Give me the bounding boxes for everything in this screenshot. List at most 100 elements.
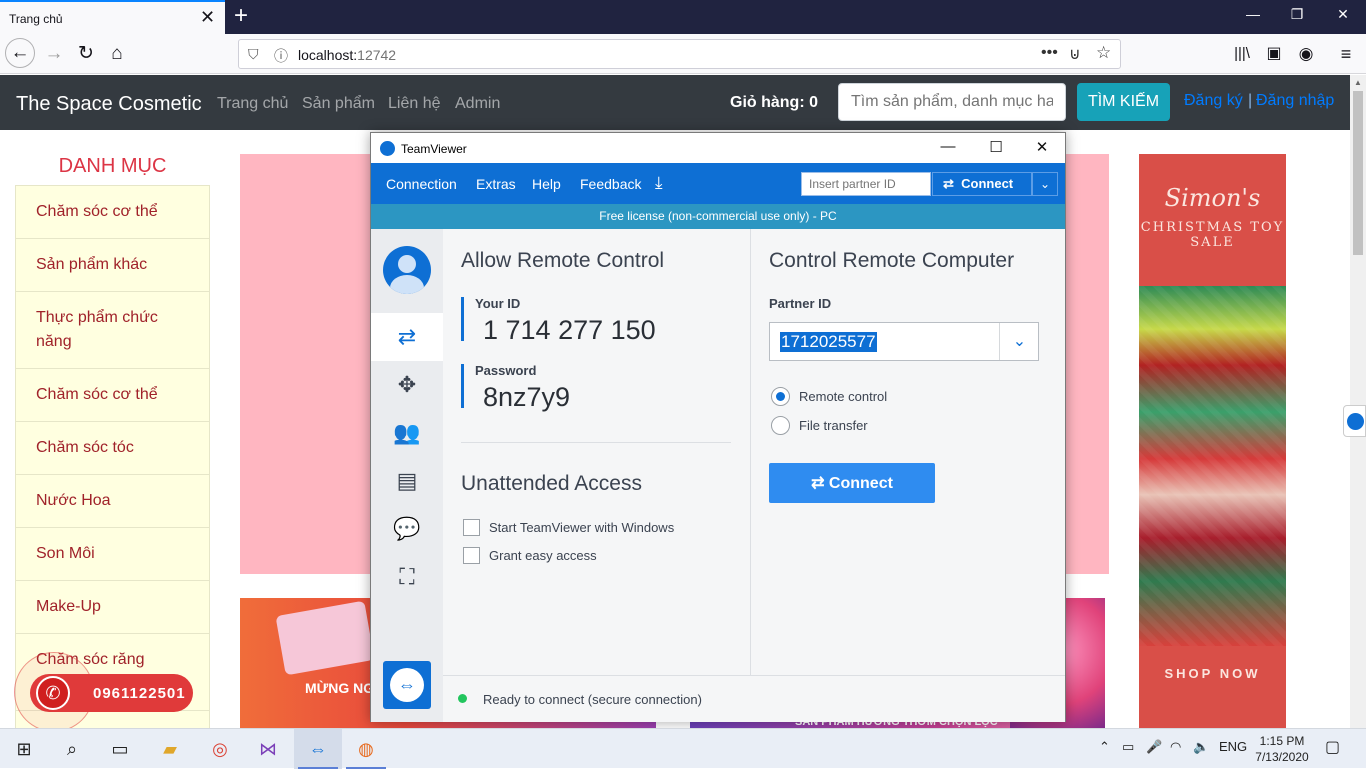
quick-connect-button[interactable]: ⇄ Connect (932, 172, 1032, 196)
wifi-icon[interactable]: ◠ (1170, 739, 1181, 755)
scroll-thumb[interactable] (1353, 91, 1363, 255)
password-value[interactable]: 8nz7y9 (483, 382, 570, 413)
start-with-windows-label[interactable]: Start TeamViewer with Windows (489, 520, 674, 535)
account-icon[interactable]: ◉ (1292, 40, 1320, 68)
chrome-icon[interactable]: ◎ (196, 729, 244, 769)
license-banner: Free license (non-commercial use only) -… (371, 204, 1065, 229)
start-with-windows-checkbox[interactable] (463, 519, 480, 536)
category-item[interactable]: Chăm sóc cơ thể (15, 369, 210, 422)
close-window-icon[interactable]: ✕ (1328, 6, 1358, 23)
clock[interactable]: 1:15 PM 7/13/2020 (1252, 733, 1312, 765)
search-input[interactable] (838, 83, 1066, 121)
microphone-icon[interactable]: 🎤 (1146, 739, 1162, 755)
menu-feedback[interactable]: Feedback (580, 176, 641, 192)
teamviewer-side-tab-icon[interactable] (1343, 405, 1366, 437)
grant-easy-access-label[interactable]: Grant easy access (489, 548, 597, 563)
quick-partner-id-input[interactable] (801, 172, 931, 196)
your-id-value[interactable]: 1 714 277 150 (483, 315, 656, 346)
partner-id-input[interactable]: 1712025577 ⌄ (769, 322, 1039, 361)
teamviewer-brand-icon[interactable]: ⇔ (383, 661, 431, 709)
nav-contact[interactable]: Liên hệ (388, 95, 441, 113)
menu-help[interactable]: Help (532, 176, 561, 192)
url-text: localhost:12742 (298, 47, 397, 63)
allow-heading: Allow Remote Control (461, 249, 665, 272)
site-brand[interactable]: The Space Cosmetic (16, 93, 202, 116)
search-icon[interactable]: ⌕ (48, 729, 96, 769)
page-scrollbar[interactable]: ▲ (1350, 75, 1366, 728)
category-item[interactable]: Chăm sóc cơ thể (15, 185, 210, 239)
shield-icon[interactable]: ⛉ (248, 46, 259, 63)
volume-icon[interactable]: 🔈 (1193, 739, 1209, 755)
category-item[interactable]: Thực phẩm chức năng (15, 292, 210, 369)
battery-icon[interactable]: ▭ (1122, 739, 1134, 755)
url-bar[interactable]: ⛉ ⓘ localhost:12742 ••• ⊍ ☆ (238, 39, 1121, 69)
download-icon[interactable]: ⤓ (655, 173, 663, 193)
notifications-icon[interactable]: ▢ (1325, 737, 1340, 757)
menu-extras[interactable]: Extras (476, 176, 516, 192)
tv-maximize-icon[interactable]: ☐ (986, 138, 1006, 156)
file-transfer-label[interactable]: File transfer (799, 418, 868, 433)
window-title: TeamViewer (401, 142, 467, 156)
remote-control-label[interactable]: Remote control (799, 389, 887, 404)
bookmark-star-icon[interactable]: ☆ (1096, 43, 1111, 63)
file-transfer-radio[interactable] (771, 416, 790, 435)
tv-minimize-icon[interactable]: — (938, 138, 958, 155)
file-explorer-icon[interactable]: ▰ (146, 729, 194, 769)
pocket-icon[interactable]: ⊍ (1069, 44, 1081, 64)
category-item[interactable]: Chăm sóc tóc (15, 422, 210, 475)
restore-icon[interactable]: ❐ (1282, 6, 1312, 23)
home-icon[interactable]: ⌂ (103, 40, 131, 68)
meeting-nav-icon[interactable]: ✥ (371, 361, 443, 409)
language-indicator[interactable]: ENG (1219, 739, 1247, 754)
forward-icon[interactable]: → (40, 40, 68, 68)
visual-studio-icon[interactable]: ⋈ (244, 729, 292, 769)
connect-button[interactable]: ⇄ Connect (769, 463, 935, 503)
back-icon[interactable]: ← (5, 38, 35, 68)
close-tab-icon[interactable]: ✕ (200, 7, 215, 28)
category-item[interactable]: Sản phẩm khác (15, 239, 210, 292)
cart-link[interactable]: Giỏ hàng: 0 (730, 94, 818, 112)
hotline-number[interactable]: 0961122501 (93, 685, 186, 702)
sidebar-toggle-icon[interactable]: ▣ (1260, 40, 1288, 68)
reload-icon[interactable]: ↻ (72, 40, 100, 68)
computers-nav-icon[interactable]: ▤ (371, 457, 443, 505)
clock-time: 1:15 PM (1259, 734, 1305, 748)
nav-admin[interactable]: Admin (455, 95, 500, 113)
partner-id-label: Partner ID (769, 296, 832, 311)
show-hidden-icons-icon[interactable]: ⌃ (1099, 739, 1110, 755)
new-tab-icon[interactable]: + (230, 2, 252, 30)
minimize-icon[interactable]: — (1238, 6, 1268, 22)
register-link[interactable]: Đăng ký (1184, 92, 1243, 110)
grant-easy-access-checkbox[interactable] (463, 547, 480, 564)
category-item[interactable]: Make-Up (15, 581, 210, 634)
menu-icon[interactable]: ≡ (1332, 40, 1360, 68)
user-avatar[interactable] (383, 246, 431, 294)
chat-nav-icon[interactable]: 💬 (371, 505, 443, 553)
info-icon[interactable]: ⓘ (274, 46, 288, 66)
more-actions-icon[interactable]: ••• (1041, 44, 1058, 62)
login-link[interactable]: Đăng nhập (1256, 92, 1334, 110)
remote-control-nav-icon[interactable]: ⇄ (371, 313, 443, 361)
phone-icon[interactable]: ✆ (36, 676, 70, 710)
firefox-icon[interactable]: ◍ (342, 729, 390, 769)
tv-close-icon[interactable]: ✕ (1032, 138, 1052, 156)
nav-home[interactable]: Trang chủ (217, 95, 288, 113)
category-item[interactable]: Son Môi (15, 528, 210, 581)
christmas-ad[interactable]: Simon's CHRISTMAS TOY SALE SHOP NOW (1139, 154, 1286, 728)
category-item[interactable]: Nước Hoa (15, 475, 210, 528)
partner-dropdown-chevron-icon[interactable]: ⌄ (999, 323, 1039, 360)
scroll-up-icon[interactable]: ▲ (1354, 78, 1362, 87)
menu-connection[interactable]: Connection (386, 176, 457, 192)
augmented-reality-nav-icon[interactable]: ⛶ (371, 553, 443, 601)
start-windows-icon[interactable]: ⊞ (0, 729, 48, 769)
divider (461, 442, 731, 443)
library-icon[interactable]: |||\ (1228, 40, 1256, 68)
browser-tab[interactable]: Trang chủ ✕ (0, 0, 225, 34)
chevron-down-icon[interactable]: ⌄ (1032, 172, 1058, 196)
nav-products[interactable]: Sản phẩm (302, 95, 375, 113)
task-view-icon[interactable]: ▭ (96, 729, 144, 769)
remote-control-radio[interactable] (771, 387, 790, 406)
search-button[interactable]: TÌM KIẾM (1077, 83, 1170, 121)
contacts-nav-icon[interactable]: 👥 (371, 409, 443, 457)
teamviewer-taskbar-icon[interactable]: ⇔ (294, 729, 342, 769)
